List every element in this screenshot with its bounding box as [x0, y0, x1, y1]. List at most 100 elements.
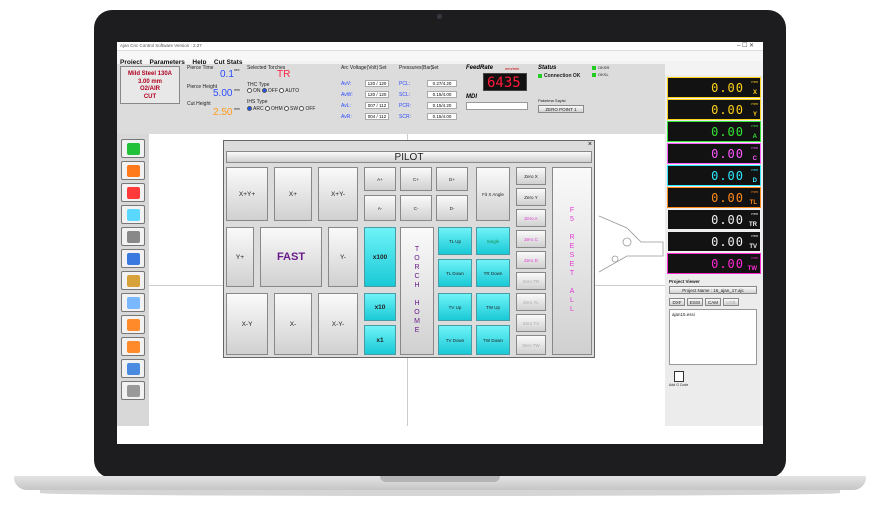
- zero-tw-button[interactable]: Zero TW: [516, 335, 546, 355]
- c-minus-button[interactable]: C-: [400, 195, 432, 221]
- tw-up-button[interactable]: TW Up: [476, 293, 510, 321]
- frame-button[interactable]: [121, 205, 145, 224]
- torch-button[interactable]: [121, 227, 145, 246]
- cut-path-button[interactable]: [121, 249, 145, 268]
- step-x10-button[interactable]: x10: [364, 293, 396, 321]
- zero-point-button[interactable]: ZERO POINT 1: [538, 105, 584, 113]
- jog-y-plus[interactable]: Y+: [226, 227, 254, 287]
- ihs-type-label: IHS Type: [247, 99, 268, 105]
- tl-down-button[interactable]: TL Down: [438, 259, 472, 287]
- tw-down-button[interactable]: TW Down: [476, 325, 510, 355]
- essi-button[interactable]: ESSI: [687, 298, 703, 306]
- zoom-fit-button[interactable]: [121, 337, 145, 356]
- cam-button[interactable]: CAM: [705, 298, 721, 306]
- arc-voltage-label: Arc Voltage(Volt): [341, 65, 379, 71]
- pressures-label: Pressures(Bar): [399, 65, 433, 71]
- stop-button[interactable]: [121, 161, 145, 180]
- c-plus-button[interactable]: C+: [400, 167, 432, 191]
- close-icon[interactable]: ×: [588, 141, 592, 148]
- jog-x-minus-y-plus[interactable]: X-Y: [226, 293, 268, 355]
- status-label: Status: [538, 65, 557, 71]
- axis-name: TR: [749, 222, 757, 228]
- reset-all-button[interactable]: F5 RESET ALL: [552, 167, 592, 355]
- d-minus-button[interactable]: D-: [436, 195, 468, 221]
- material-line-2: 3.00 mm: [137, 78, 162, 85]
- thc-off-radio[interactable]: [261, 88, 267, 94]
- ihs-off-radio[interactable]: [299, 106, 305, 112]
- start-button[interactable]: [121, 139, 145, 158]
- pause-icon: [127, 187, 140, 199]
- step-x100-button[interactable]: x100: [364, 227, 396, 287]
- jog-x-minus-y-minus[interactable]: X-Y-: [318, 293, 358, 355]
- add-g-code-button[interactable]: Add G Code: [669, 371, 689, 391]
- zoom-fit-icon: [127, 341, 140, 353]
- pause-button[interactable]: [121, 183, 145, 202]
- a-plus-button[interactable]: A+: [364, 167, 396, 191]
- oksl-led: [592, 73, 596, 77]
- axis-name: C: [752, 156, 757, 162]
- zero-x-button[interactable]: Zero X: [516, 167, 546, 185]
- pierce-height-value[interactable]: 5.00: [213, 88, 232, 99]
- sheet-button[interactable]: [121, 271, 145, 290]
- d-plus-button[interactable]: D+: [436, 167, 468, 191]
- zero-tv-button[interactable]: Zero TV: [516, 314, 546, 332]
- single-button[interactable]: Single: [476, 227, 510, 255]
- cut-height-value[interactable]: 2.50: [213, 107, 232, 118]
- window-controls[interactable]: – ☐ ✕: [737, 42, 754, 49]
- torch-home-button[interactable]: TORCH HOME: [400, 227, 434, 355]
- mdi-input[interactable]: [466, 102, 528, 110]
- ihs-ohm-radio[interactable]: [264, 106, 270, 112]
- axis-readout-c: 0.00 mm C: [667, 143, 761, 164]
- tr-down-button[interactable]: TR Down: [476, 259, 510, 287]
- probe-button[interactable]: [121, 381, 145, 400]
- zero-y-button[interactable]: Zero Y: [516, 188, 546, 206]
- thc-on-radio[interactable]: [247, 88, 252, 94]
- ihs-arc-radio[interactable]: [247, 106, 252, 112]
- axis-unit: mm: [751, 255, 758, 260]
- ihs-options: ARC OHM SW OFF: [247, 106, 315, 112]
- zoom-icon: [127, 319, 140, 331]
- jog-y-minus[interactable]: Y-: [328, 227, 358, 287]
- tv-up-button[interactable]: TV Up: [438, 293, 472, 321]
- axis-unit: mm: [751, 145, 758, 150]
- window-title: Ajan Cnc Control Software Version : 2.27: [120, 43, 202, 48]
- tv-down-button[interactable]: TV Down: [438, 325, 472, 355]
- material-box[interactable]: Mild Steel 130A 3.00 mm O2/AIR CUT: [120, 66, 180, 104]
- title-bar: Ajan Cnc Control Software Version : 2.27…: [117, 42, 763, 51]
- jog-x-minus[interactable]: X-: [274, 293, 312, 355]
- dxf-button[interactable]: DXF: [669, 298, 685, 306]
- layout-icon: [127, 297, 140, 309]
- stop-icon: [127, 165, 140, 177]
- a-minus-button[interactable]: A-: [364, 195, 396, 221]
- jog-x-plus-y-minus[interactable]: X+Y-: [318, 167, 358, 221]
- zero-c-button[interactable]: Zero C: [516, 230, 546, 248]
- layout-button[interactable]: [121, 293, 145, 312]
- torch-icon: [127, 231, 140, 243]
- tl-up-button[interactable]: TL Up: [438, 227, 472, 255]
- axis-readout-tr: 0.00 mm TR: [667, 209, 761, 230]
- measure-button[interactable]: [121, 359, 145, 378]
- ihs-sw-radio[interactable]: [284, 106, 290, 112]
- fit-x-angle-button[interactable]: Fit X Angle: [476, 167, 510, 221]
- zero-tr-button[interactable]: Zero TR: [516, 272, 546, 290]
- laptop-shadow: [40, 490, 840, 496]
- mdi-label: MDI: [466, 94, 477, 100]
- torches-value[interactable]: TR: [277, 69, 290, 80]
- axis-readout-y: 0.00 mm Y: [667, 99, 761, 120]
- cut-height-unit: mm: [234, 107, 240, 111]
- pierce-time-value[interactable]: 0.1: [220, 69, 234, 80]
- cut-path-icon: [127, 253, 140, 265]
- zoom-button[interactable]: [121, 315, 145, 334]
- zero-tl-button[interactable]: Zero TL: [516, 293, 546, 311]
- step-x1-button[interactable]: x1: [364, 325, 396, 355]
- jog-x-plus-y-plus[interactable]: X+Y+: [226, 167, 268, 221]
- thc-auto-radio[interactable]: [279, 88, 285, 94]
- zero-d-button[interactable]: Zero D: [516, 251, 546, 269]
- usb-button[interactable]: USB: [723, 298, 739, 306]
- add-g-code-label: Add G Code: [669, 383, 689, 387]
- fast-button[interactable]: FAST: [260, 227, 322, 287]
- jog-x-plus[interactable]: X+: [274, 167, 312, 221]
- file-list[interactable]: ajan15.essi: [669, 309, 757, 365]
- zero-a-button[interactable]: Zero A: [516, 209, 546, 227]
- file-list-item[interactable]: ajan15.essi: [672, 312, 695, 317]
